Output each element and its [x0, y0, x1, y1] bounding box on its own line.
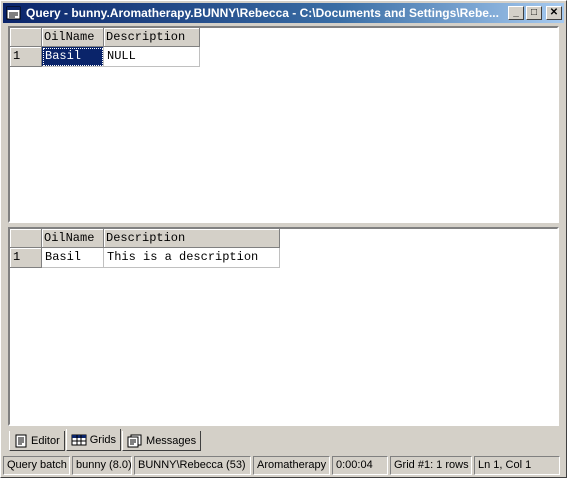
grid-1-col-description[interactable]: Description — [104, 28, 200, 47]
query-window: Query - bunny.Aromatherapy.BUNNY\Rebecca… — [0, 0, 567, 478]
status-bar: Query batch completed. bunny (8.0) BUNNY… — [3, 456, 564, 475]
grid-2-row-number[interactable]: 1 — [10, 248, 42, 268]
minimize-button[interactable]: _ — [508, 6, 524, 20]
title-bar[interactable]: Query - bunny.Aromatherapy.BUNNY\Rebecca… — [3, 3, 564, 23]
maximize-button[interactable]: □ — [526, 6, 542, 20]
status-server: bunny (8.0) — [72, 456, 132, 475]
tab-editor-label: Editor — [31, 434, 60, 447]
grid-2-col-oilname[interactable]: OilName — [42, 229, 104, 248]
status-batch: Query batch completed. — [3, 456, 70, 475]
grid-2-col-description[interactable]: Description — [104, 229, 280, 248]
window-title: Query - bunny.Aromatherapy.BUNNY\Rebecca… — [26, 6, 499, 20]
minimize-icon: _ — [513, 7, 519, 18]
query-window-icon[interactable] — [6, 5, 22, 21]
grid-1-cell-description[interactable]: NULL — [104, 47, 200, 67]
status-user: BUNNY\Rebecca (53) — [134, 456, 251, 475]
grid-2-cell-oilname[interactable]: Basil — [42, 248, 104, 268]
results-grid-2[interactable]: OilName Description 1 Basil This is a de… — [8, 227, 559, 426]
status-database: Aromatherapy — [253, 456, 330, 475]
grid-1-corner-cell[interactable] — [10, 28, 42, 47]
tab-editor[interactable]: Editor — [9, 431, 65, 451]
maximize-icon: □ — [530, 7, 538, 18]
close-icon: ✕ — [549, 7, 559, 18]
status-elapsed: 0:00:04 — [332, 456, 388, 475]
grid-icon — [71, 433, 87, 447]
editor-icon — [14, 434, 28, 448]
results-grid-1[interactable]: OilName Description 1 Basil NULL — [8, 26, 559, 223]
grid-1-col-oilname[interactable]: OilName — [42, 28, 104, 47]
close-button[interactable]: ✕ — [546, 6, 562, 20]
grid-2-cell-description[interactable]: This is a description — [104, 248, 280, 268]
tab-messages[interactable]: Messages — [122, 431, 202, 451]
grid-1-row-number[interactable]: 1 — [10, 47, 42, 67]
tab-messages-label: Messages — [146, 434, 197, 447]
status-position: Ln 1, Col 1 — [474, 456, 560, 475]
messages-icon — [127, 434, 143, 448]
tab-grids[interactable]: Grids — [65, 429, 122, 451]
tab-grids-label: Grids — [89, 433, 117, 446]
status-grid-rows: Grid #1: 1 rows — [390, 456, 472, 475]
grid-2-header: OilName Description — [10, 229, 280, 248]
grid-1-cell-oilname[interactable]: Basil — [42, 47, 104, 67]
results-tabs: Editor Grids Messages — [9, 429, 202, 451]
grid-2-corner-cell[interactable] — [10, 229, 42, 248]
grid-1-header: OilName Description — [10, 28, 200, 47]
